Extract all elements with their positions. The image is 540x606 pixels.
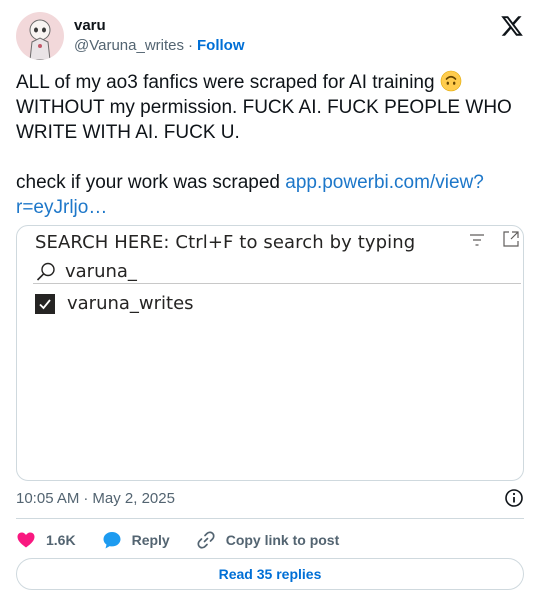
- slicer-item: varuna_writes: [35, 293, 194, 314]
- like-button[interactable]: 1.6K: [16, 530, 76, 550]
- tweet-text: ALL of my ao3 fanfics were scraped for A…: [16, 70, 516, 220]
- heart-icon: [17, 532, 35, 548]
- avatar[interactable]: [16, 12, 64, 60]
- reply-label: Reply: [131, 532, 170, 548]
- tweet-date[interactable]: May 2, 2025: [92, 490, 175, 507]
- copy-link-button[interactable]: Copy link to post: [196, 530, 340, 550]
- follow-button[interactable]: Follow: [197, 37, 245, 54]
- read-replies-button[interactable]: Read 35 replies: [16, 558, 524, 590]
- search-icon: [36, 262, 55, 281]
- link-icon: [197, 531, 215, 549]
- tweet-timestamp: 10:05 AM · May 2, 2025: [16, 488, 524, 508]
- slicer-search-box: varuna_: [33, 260, 521, 284]
- slicer-item-label: varuna_writes: [67, 293, 194, 314]
- reply-button[interactable]: Reply: [102, 530, 170, 550]
- checkmark-icon: [39, 298, 51, 309]
- handle[interactable]: @Varuna_writes: [74, 37, 184, 54]
- like-count: 1.6K: [46, 532, 76, 548]
- slicer-search-value: varuna_: [65, 261, 137, 282]
- tweet-embed-card: varu @Varuna_writes · Follow ALL of my ao3…: [0, 0, 540, 606]
- media-image[interactable]: SEARCH HERE: Ctrl+F to search by typing …: [16, 225, 524, 481]
- meta-separator: ·: [83, 489, 89, 507]
- upside-down-face-emoji-icon: [440, 70, 462, 92]
- tweet-text-rest: WITHOUT my permission. FUCK AI. FUCK PEO…: [16, 97, 518, 143]
- info-icon[interactable]: [504, 488, 524, 508]
- speech-bubble-icon: [103, 532, 121, 549]
- x-logo-icon[interactable]: [500, 14, 524, 38]
- expand-icon: [503, 231, 519, 247]
- copy-link-label: Copy link to post: [225, 532, 340, 548]
- slicer-title: SEARCH HERE: Ctrl+F to search by typing: [35, 232, 416, 253]
- tweet-header: varu @Varuna_writes · Follow: [16, 12, 524, 60]
- read-replies-label: Read 35 replies: [218, 566, 322, 582]
- display-name[interactable]: varu: [74, 16, 245, 36]
- tweet-text-line1: ALL of my ao3 fanfics were scraped for A…: [16, 72, 440, 93]
- handle-line: @Varuna_writes · Follow: [74, 36, 245, 56]
- tweet-time[interactable]: 10:05 AM: [16, 490, 79, 507]
- checkbox-checked: [35, 293, 55, 314]
- handle-separator: ·: [188, 37, 193, 54]
- divider: [16, 518, 524, 519]
- filter-icon: [470, 234, 484, 246]
- tweet-actions: 1.6K Reply Copy link to post: [16, 526, 365, 554]
- author-names: varu @Varuna_writes · Follow: [74, 16, 245, 56]
- tweet-text-check: check if your work was scraped: [16, 172, 286, 193]
